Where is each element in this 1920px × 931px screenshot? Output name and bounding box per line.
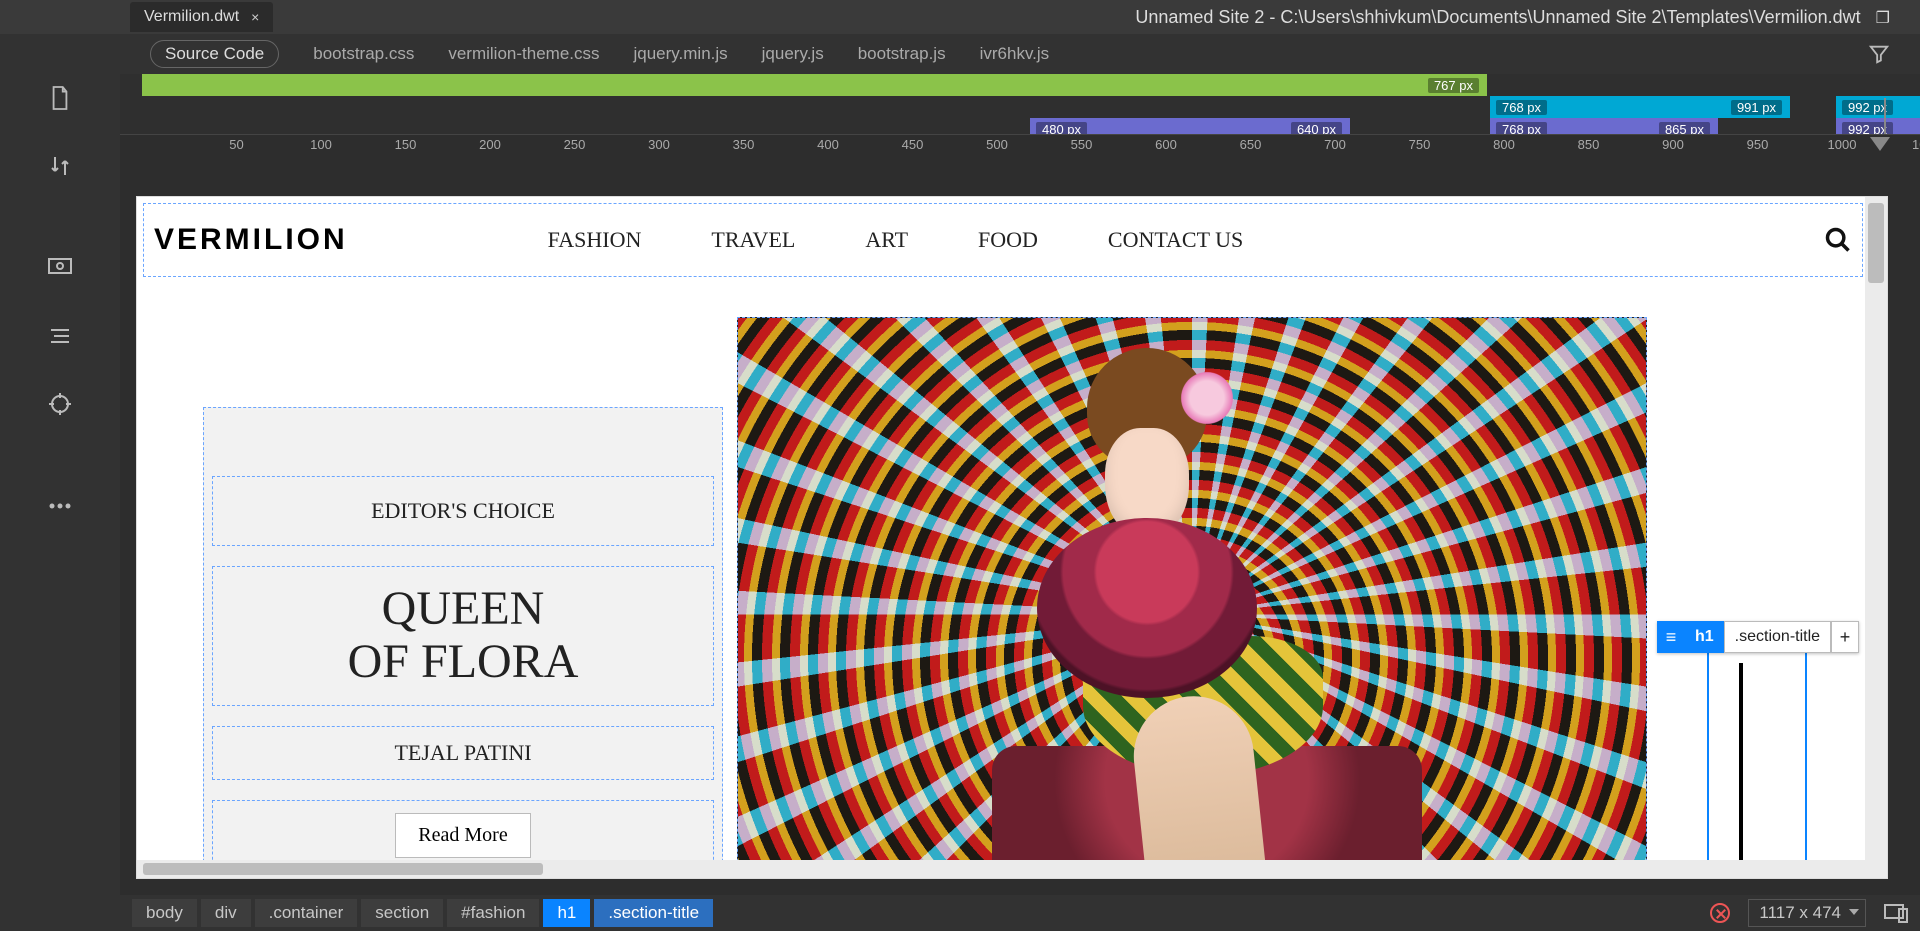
ruler-tick: 300 bbox=[648, 137, 670, 152]
nav-contact[interactable]: CONTACT US bbox=[1108, 227, 1243, 253]
doc-tab-label: Vermilion.dwt bbox=[144, 8, 239, 26]
doc-tab-row: Vermilion.dwt × Unnamed Site 2 - C:\User… bbox=[0, 0, 1920, 34]
selected-element-outline[interactable] bbox=[1707, 647, 1807, 879]
hero-image[interactable] bbox=[737, 317, 1647, 879]
hero-text-card: EDITOR'S CHOICE QUEEN OF FLORA TEJAL PAT… bbox=[203, 407, 723, 879]
ruler-tick: 900 bbox=[1662, 137, 1684, 152]
crosshair-icon[interactable] bbox=[46, 390, 74, 418]
ruler-tick: 400 bbox=[817, 137, 839, 152]
site-nav: FASHION TRAVEL ART FOOD CONTACT US bbox=[548, 227, 1244, 253]
ruler-tick: 50 bbox=[229, 137, 243, 152]
ruler-tick: 700 bbox=[1324, 137, 1346, 152]
scrubber-handle-icon[interactable] bbox=[1870, 137, 1890, 151]
file-tab-bootstrap-js[interactable]: bootstrap.js bbox=[858, 44, 946, 64]
nav-fashion[interactable]: FASHION bbox=[548, 227, 642, 253]
nav-art[interactable]: ART bbox=[865, 227, 908, 253]
canvas-scroll-horizontal[interactable] bbox=[137, 860, 1887, 878]
list-icon[interactable] bbox=[46, 322, 74, 350]
hud-tag[interactable]: h1 bbox=[1685, 621, 1724, 653]
close-icon[interactable]: × bbox=[251, 9, 259, 25]
ruler-tick: 550 bbox=[1071, 137, 1093, 152]
ruler-tick: 950 bbox=[1747, 137, 1769, 152]
status-right: 1117 x 474 bbox=[1710, 899, 1908, 927]
scroll-thumb-h[interactable] bbox=[143, 863, 543, 875]
file-tab-jquery[interactable]: jquery.js bbox=[762, 44, 824, 64]
ruler-tick: 100 bbox=[310, 137, 332, 152]
swap-icon[interactable] bbox=[46, 152, 74, 180]
dupe-window-icon[interactable]: ❐ bbox=[1876, 10, 1890, 27]
hero-eyebrow[interactable]: EDITOR'S CHOICE bbox=[212, 476, 714, 546]
ruler-tick: 250 bbox=[564, 137, 586, 152]
file-tab-vermilion-theme[interactable]: vermilion-theme.css bbox=[448, 44, 599, 64]
device-preview-icon[interactable] bbox=[1884, 903, 1908, 923]
crumb-h1[interactable]: h1 bbox=[543, 899, 590, 927]
canvas-size-select[interactable]: 1117 x 474 bbox=[1748, 899, 1866, 927]
search-icon[interactable] bbox=[1824, 226, 1852, 254]
status-bar: body div .container section #fashion h1 … bbox=[120, 895, 1920, 931]
file-tabs-row: Source Code bootstrap.css vermilion-them… bbox=[0, 34, 1920, 74]
doc-tab[interactable]: Vermilion.dwt × bbox=[130, 2, 273, 32]
hero-author[interactable]: TEJAL PATINI bbox=[212, 726, 714, 780]
file-tab-bootstrap-css[interactable]: bootstrap.css bbox=[313, 44, 414, 64]
live-view-canvas[interactable]: VERMILION FASHION TRAVEL ART FOOD CONTAC… bbox=[136, 196, 1888, 879]
ruler-tick: 1000 bbox=[1828, 137, 1857, 152]
ruler-tick: 850 bbox=[1578, 137, 1600, 152]
doc-path: Unnamed Site 2 - C:\Users\shhivkum\Docum… bbox=[1135, 7, 1910, 28]
breakpoint-bar-min[interactable]: 768 px 991 px bbox=[1490, 96, 1790, 118]
file-tab-ivr6hkv[interactable]: ivr6hkv.js bbox=[980, 44, 1050, 64]
ruler-tick: 450 bbox=[902, 137, 924, 152]
bp-green-label: 767 px bbox=[1428, 78, 1479, 93]
read-more-button[interactable]: Read More bbox=[395, 813, 530, 858]
left-toolbar bbox=[0, 34, 120, 931]
crumb-container[interactable]: .container bbox=[255, 899, 358, 927]
ruler-tick: 750 bbox=[1409, 137, 1431, 152]
hero-title[interactable]: QUEEN OF FLORA bbox=[212, 566, 714, 706]
breakpoint-bar-max[interactable]: 767 px bbox=[142, 74, 1487, 96]
doc-path-text: Unnamed Site 2 - C:\Users\shhivkum\Docum… bbox=[1135, 7, 1860, 27]
nav-travel[interactable]: TRAVEL bbox=[711, 227, 795, 253]
nav-food[interactable]: FOOD bbox=[978, 227, 1038, 253]
crumb-section[interactable]: section bbox=[361, 899, 443, 927]
bp-cyan-right: 991 px bbox=[1731, 100, 1782, 115]
ruler-tick: 1050 bbox=[1912, 137, 1920, 152]
canvas-scroll-vertical[interactable] bbox=[1865, 197, 1887, 878]
hud-class[interactable]: .section-title bbox=[1724, 621, 1831, 653]
hero-image-figure bbox=[997, 338, 1297, 738]
hero-title-line1: QUEEN bbox=[382, 583, 545, 636]
viewport-width-marker[interactable] bbox=[1884, 98, 1886, 134]
site-logo[interactable]: VERMILION bbox=[154, 223, 348, 257]
ruler-tick: 350 bbox=[733, 137, 755, 152]
element-hud: ≡ h1 .section-title + bbox=[1657, 621, 1859, 653]
hud-drag-handle-icon[interactable]: ≡ bbox=[1657, 621, 1685, 653]
crumb-fashion[interactable]: #fashion bbox=[447, 899, 539, 927]
breakpoint-bar-min-extra[interactable]: 992 px bbox=[1836, 96, 1920, 118]
text-caret bbox=[1739, 663, 1743, 879]
ruler: 50 100 150 200 250 300 350 400 450 500 550 600 650 70… bbox=[120, 134, 1920, 158]
error-icon[interactable] bbox=[1710, 903, 1730, 923]
ruler-tick: 150 bbox=[395, 137, 417, 152]
scroll-thumb[interactable] bbox=[1868, 203, 1884, 283]
ruler-tick: 500 bbox=[986, 137, 1008, 152]
filter-icon[interactable] bbox=[1868, 43, 1890, 65]
breakpoint-bars: 767 px 768 px 991 px 992 px 480 px 640 p… bbox=[120, 74, 1920, 134]
ruler-tick: 800 bbox=[1493, 137, 1515, 152]
crumb-body[interactable]: body bbox=[132, 899, 197, 927]
hero-title-line2: OF FLORA bbox=[348, 636, 579, 689]
source-code-tab[interactable]: Source Code bbox=[150, 40, 279, 68]
file-icon[interactable] bbox=[46, 84, 74, 112]
crumb-div[interactable]: div bbox=[201, 899, 251, 927]
hud-add-icon[interactable]: + bbox=[1831, 621, 1859, 653]
more-icon[interactable] bbox=[46, 492, 74, 520]
ruler-tick: 600 bbox=[1155, 137, 1177, 152]
bp-cyan-left: 768 px bbox=[1496, 100, 1547, 115]
live-view-icon[interactable] bbox=[46, 254, 74, 282]
ruler-tick: 200 bbox=[479, 137, 501, 152]
crumb-section-title[interactable]: .section-title bbox=[594, 899, 713, 927]
site-header: VERMILION FASHION TRAVEL ART FOOD CONTAC… bbox=[143, 203, 1863, 277]
file-tab-jquery-min[interactable]: jquery.min.js bbox=[634, 44, 728, 64]
ruler-tick: 650 bbox=[1240, 137, 1262, 152]
